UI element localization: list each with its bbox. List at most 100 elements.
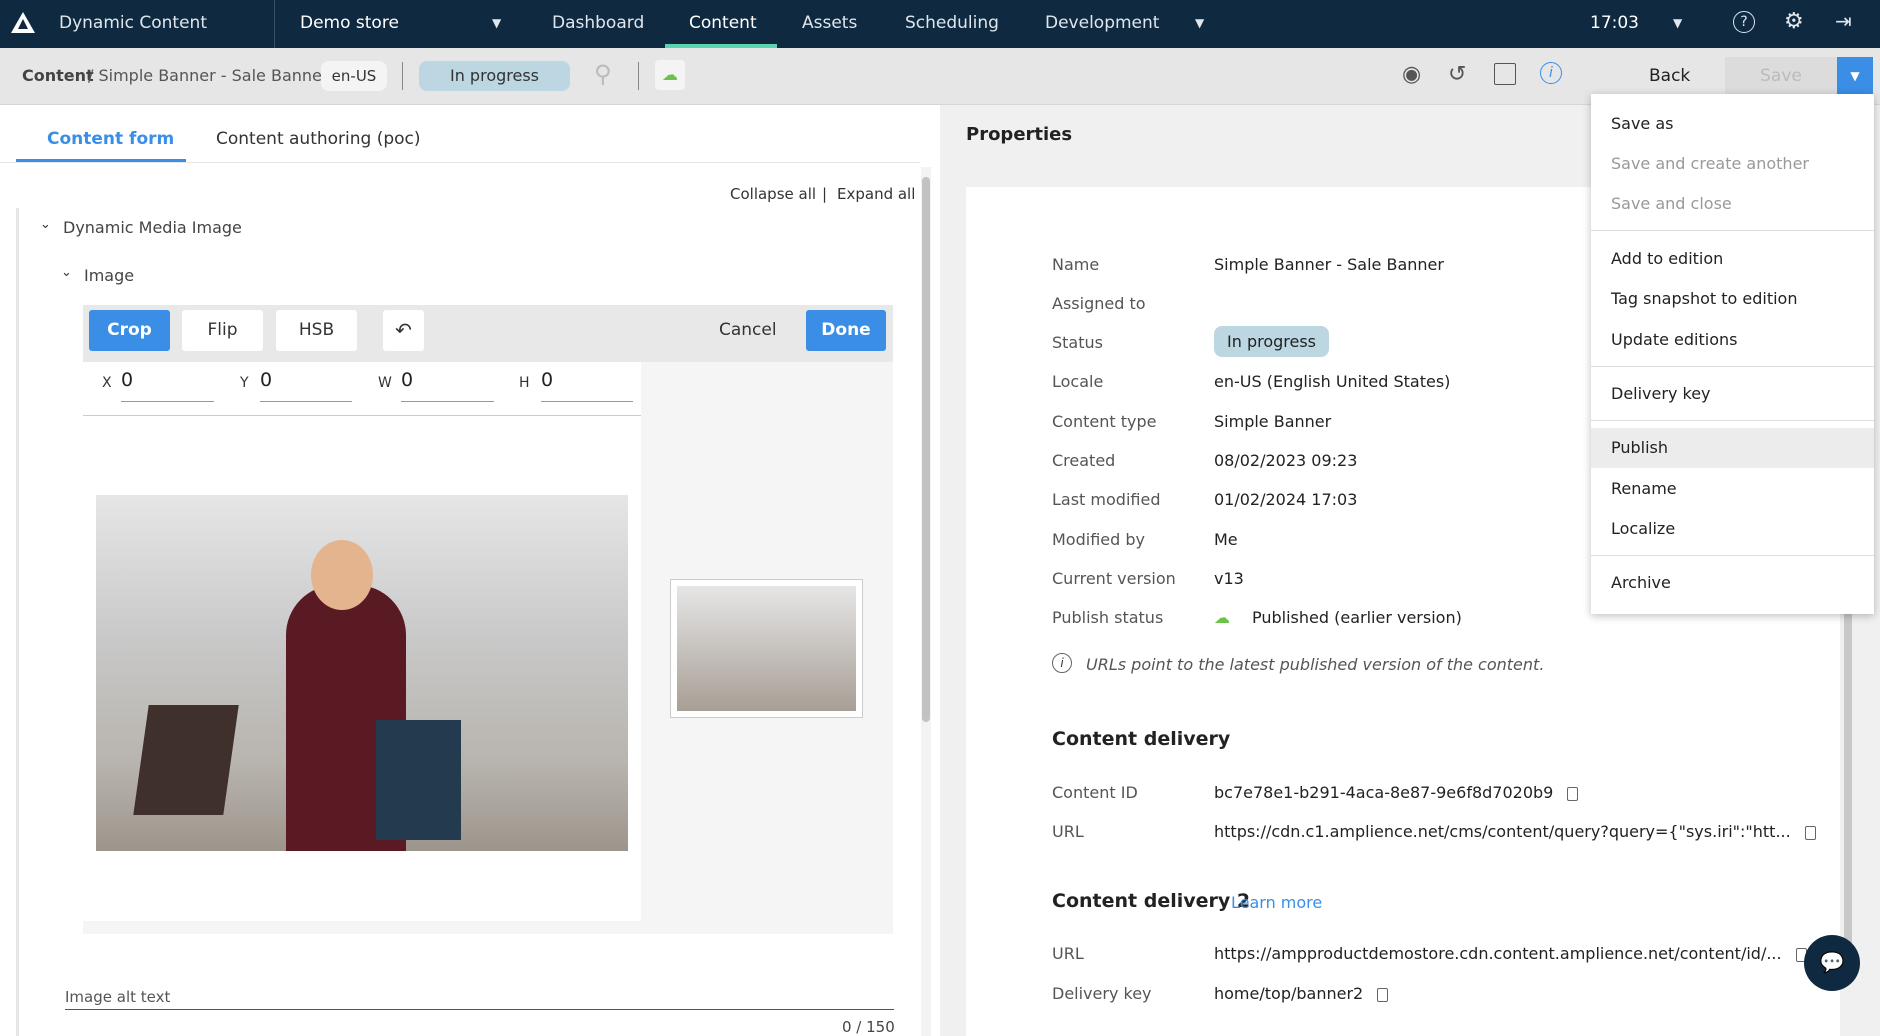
tab-content[interactable]: Content xyxy=(689,13,757,33)
x-input[interactable]: 0 xyxy=(121,369,133,391)
section-chevron-icon[interactable]: ⌄ xyxy=(40,217,51,232)
modified-by-label: Modified by xyxy=(1052,530,1145,549)
hsb-button[interactable]: HSB xyxy=(276,310,357,351)
publish-cloud-icon[interactable]: ☁ xyxy=(655,60,685,90)
assignee-user-icon[interactable]: ⚲ xyxy=(594,60,612,88)
publish-status-label: Publish status xyxy=(1052,608,1164,627)
menu-item-delivery-key[interactable]: Delivery key xyxy=(1611,384,1711,403)
modified-by-value: Me xyxy=(1214,530,1238,549)
development-chevron-down-icon[interactable]: ▼ xyxy=(1195,16,1204,30)
crop-button[interactable]: Crop xyxy=(89,310,170,351)
created-value: 08/02/2023 09:23 xyxy=(1214,451,1358,470)
last-modified-value: 01/02/2024 17:03 xyxy=(1214,490,1358,509)
menu-item-add-to-edition[interactable]: Add to edition xyxy=(1611,249,1723,268)
publish-status-value: Published (earlier version) xyxy=(1252,608,1462,627)
scrollbar-track[interactable] xyxy=(921,167,931,1036)
chat-icon[interactable]: 💬 xyxy=(1804,935,1860,991)
breadcrumb-item: / Simple Banner - Sale Banner xyxy=(88,66,329,85)
subsection-title[interactable]: Image xyxy=(84,266,134,285)
subsection-chevron-icon[interactable]: ⌄ xyxy=(61,265,72,280)
content-id-value: bc7e78e1-b291-4aca-8e87-9e6f8d7020b9 xyxy=(1214,783,1554,802)
url-2-label: URL xyxy=(1052,944,1084,963)
menu-item-publish[interactable]: Publish xyxy=(1611,438,1668,457)
alt-text-label: Image alt text xyxy=(65,988,171,1006)
menu-item-save-and-close[interactable]: Save and close xyxy=(1611,194,1732,213)
save-options-chevron-icon[interactable]: ▼ xyxy=(1837,57,1873,95)
breadcrumb-root[interactable]: Content xyxy=(22,66,94,85)
delivery-key-label: Delivery key xyxy=(1052,984,1152,1003)
menu-item-tag-snapshot[interactable]: Tag snapshot to edition xyxy=(1611,289,1797,308)
calendar-icon[interactable] xyxy=(1494,63,1516,85)
content-type-value: Simple Banner xyxy=(1214,412,1332,431)
tab-scheduling[interactable]: Scheduling xyxy=(905,13,999,33)
menu-item-archive[interactable]: Archive xyxy=(1611,573,1671,592)
scrollbar-thumb[interactable] xyxy=(922,177,930,722)
save-button[interactable]: Save xyxy=(1725,57,1837,95)
alt-text-counter: 0 / 150 xyxy=(842,1018,895,1036)
publish-cloud-icon: ☁ xyxy=(1214,608,1230,627)
help-icon[interactable]: ? xyxy=(1733,11,1755,33)
menu-item-rename[interactable]: Rename xyxy=(1611,479,1677,498)
content-type-label: Content type xyxy=(1052,412,1157,431)
content-delivery-2-title: Content delivery 2 xyxy=(1052,890,1251,912)
urls-note: URLs point to the latest published versi… xyxy=(1086,655,1545,674)
status-label: Status xyxy=(1052,333,1103,352)
flip-button[interactable]: Flip xyxy=(182,310,263,351)
time-chevron-down-icon[interactable]: ▼ xyxy=(1673,16,1682,30)
menu-item-save-and-create-another[interactable]: Save and create another xyxy=(1611,154,1809,173)
properties-title: Properties xyxy=(966,124,1073,145)
menu-item-localize[interactable]: Localize xyxy=(1611,519,1675,538)
section-title[interactable]: Dynamic Media Image xyxy=(63,218,242,237)
preview-eye-icon[interactable]: ◉ xyxy=(1402,62,1421,87)
content-delivery-2-url-link[interactable]: https://ampproductdemostore.cdn.content.… xyxy=(1214,944,1782,963)
gear-icon[interactable]: ⚙ xyxy=(1784,9,1804,34)
alt-text-input[interactable] xyxy=(65,1009,894,1010)
copy-icon[interactable] xyxy=(1567,786,1579,801)
w-label: W xyxy=(378,375,392,391)
info-icon[interactable]: i xyxy=(1540,62,1562,84)
x-label: X xyxy=(102,375,112,391)
copy-icon[interactable] xyxy=(1804,825,1816,840)
h-input[interactable]: 0 xyxy=(541,369,553,391)
top-nav-bar: Dynamic Content Demo store ▼ Dashboard C… xyxy=(0,0,1880,48)
tab-content-form[interactable]: Content form xyxy=(47,129,174,149)
back-button[interactable]: Back xyxy=(1649,66,1690,86)
tab-dashboard[interactable]: Dashboard xyxy=(552,13,644,33)
locale-value: en-US (English United States) xyxy=(1214,372,1451,391)
tab-development[interactable]: Development xyxy=(1045,13,1159,33)
last-modified-label: Last modified xyxy=(1052,490,1161,509)
image-preview-thumbnail[interactable] xyxy=(670,579,863,718)
locale-badge: en-US xyxy=(321,61,387,91)
expand-all-link[interactable]: Expand all xyxy=(837,185,915,203)
history-icon[interactable]: ↺ xyxy=(1448,62,1466,87)
learn-more-link[interactable]: Learn more xyxy=(1231,893,1322,912)
hub-chevron-down-icon[interactable]: ▼ xyxy=(492,16,501,30)
collapse-all-link[interactable]: Collapse all xyxy=(730,185,816,203)
created-label: Created xyxy=(1052,451,1116,470)
tab-content-authoring[interactable]: Content authoring (poc) xyxy=(216,129,421,149)
content-form-panel: Content form Content authoring (poc) Col… xyxy=(0,105,940,1036)
content-delivery-title: Content delivery xyxy=(1052,728,1231,750)
menu-item-update-editions[interactable]: Update editions xyxy=(1611,330,1737,349)
current-version-value: v13 xyxy=(1214,569,1244,588)
url-label: URL xyxy=(1052,822,1084,841)
amplience-logo-icon xyxy=(11,12,35,33)
name-value: Simple Banner - Sale Banner xyxy=(1214,255,1444,274)
status-badge[interactable]: In progress xyxy=(419,61,570,91)
save-options-menu: Save as Save and create another Save and… xyxy=(1591,94,1874,614)
w-input[interactable]: 0 xyxy=(401,369,413,391)
copy-icon[interactable] xyxy=(1377,987,1389,1002)
hub-selector[interactable]: Demo store xyxy=(300,13,399,33)
undo-icon[interactable]: ↶ xyxy=(383,310,424,351)
tab-assets[interactable]: Assets xyxy=(802,13,857,33)
assigned-to-label: Assigned to xyxy=(1052,294,1146,313)
menu-item-save-as[interactable]: Save as xyxy=(1611,114,1674,133)
delivery-key-value: home/top/banner2 xyxy=(1214,984,1364,1003)
locale-label: Locale xyxy=(1052,372,1104,391)
cancel-button[interactable]: Cancel xyxy=(719,320,777,340)
logout-icon[interactable]: ⇥ xyxy=(1835,9,1852,33)
banner-image[interactable] xyxy=(96,495,628,851)
done-button[interactable]: Done xyxy=(806,310,886,351)
content-delivery-url-link[interactable]: https://cdn.c1.amplience.net/cms/content… xyxy=(1214,822,1791,841)
y-input[interactable]: 0 xyxy=(260,369,272,391)
